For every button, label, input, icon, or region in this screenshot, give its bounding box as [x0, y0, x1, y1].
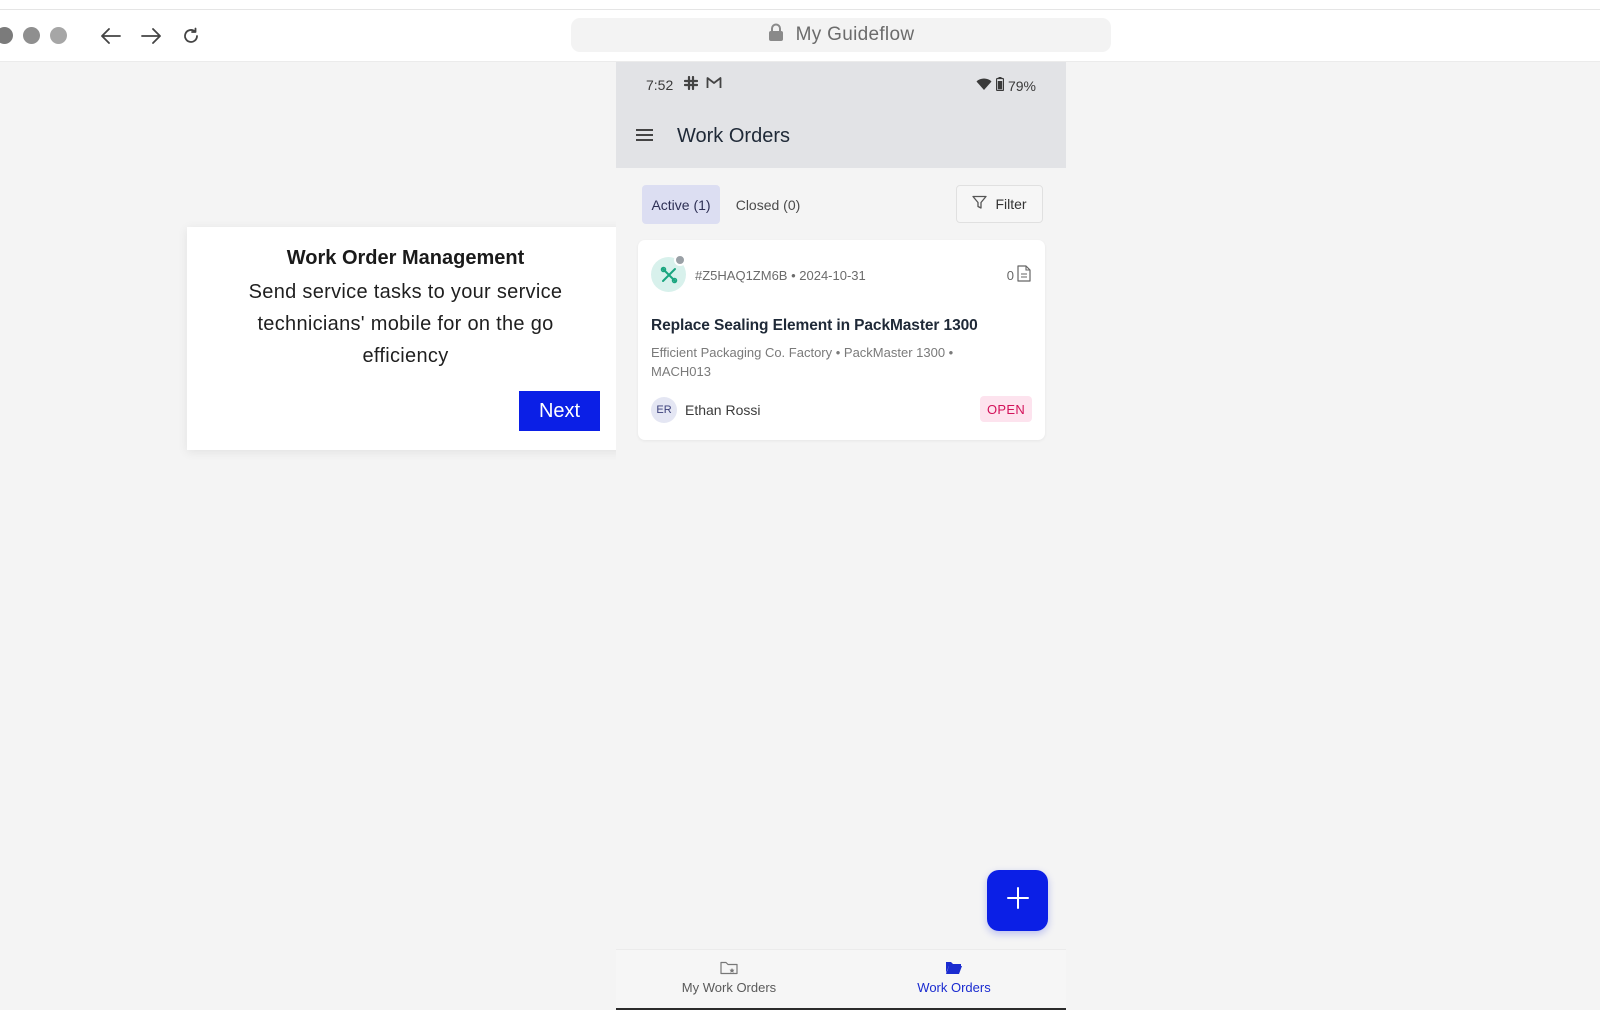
forward-arrow-icon[interactable]: [138, 23, 164, 49]
lock-icon: [768, 23, 784, 47]
window-maximize-dot[interactable]: [50, 27, 67, 44]
address-bar[interactable]: My Guideflow: [571, 18, 1111, 52]
battery-percent: 79%: [1007, 77, 1036, 94]
bottom-navigation: My Work Orders Work Orders: [616, 949, 1066, 1010]
app-bar: 7:52 79% Work Orders: [616, 62, 1066, 168]
filter-icon: [972, 195, 988, 213]
status-notification-icons: [683, 75, 722, 93]
wifi-icon: [976, 78, 992, 94]
window-minimize-dot[interactable]: [23, 27, 40, 44]
folder-open-icon: [945, 960, 963, 978]
avatar: ER: [651, 397, 677, 423]
next-button[interactable]: Next: [519, 391, 600, 431]
battery-icon: [995, 77, 1005, 94]
document-count-value: 0: [1006, 267, 1014, 283]
status-time: 7:52: [646, 77, 674, 93]
browser-toolbar: My Guideflow: [0, 9, 1600, 62]
slack-icon: [683, 75, 699, 93]
filter-button[interactable]: Filter: [956, 185, 1043, 223]
plus-icon: [1006, 886, 1030, 915]
gmail-icon: [706, 76, 722, 93]
folder-star-icon: [720, 960, 738, 978]
nav-work-orders[interactable]: Work Orders: [884, 960, 1024, 995]
tab-closed[interactable]: Closed (0): [728, 185, 808, 224]
work-order-id-date: #Z5HAQ1ZM6B • 2024-10-31: [695, 268, 866, 283]
document-icon: [1017, 265, 1031, 285]
tooltip-title: Work Order Management: [286, 247, 525, 269]
address-text: My Guideflow: [795, 24, 915, 45]
phone-screen: 7:52 79% Work Orders Active (1) Closed (…: [616, 62, 1066, 1010]
top-strip: [0, 0, 1600, 9]
assignee: ER Ethan Rossi: [651, 397, 760, 423]
reload-icon[interactable]: [178, 23, 204, 49]
guide-tooltip: Work Order Management Send service tasks…: [187, 227, 624, 450]
nav-my-work-orders[interactable]: My Work Orders: [659, 960, 799, 995]
assignee-name: Ethan Rossi: [685, 402, 761, 418]
work-order-title: Replace Sealing Element in PackMaster 13…: [651, 317, 978, 334]
nav-work-orders-label: Work Orders: [917, 980, 991, 995]
work-order-location: Efficient Packaging Co. Factory • PackMa…: [651, 345, 954, 379]
nav-my-work-orders-label: My Work Orders: [681, 980, 777, 995]
status-bar: 7:52 79%: [646, 74, 1036, 98]
status-system-icons: 79%: [976, 77, 1036, 94]
tab-active[interactable]: Active (1): [642, 185, 720, 224]
work-order-card[interactable]: #Z5HAQ1ZM6B • 2024-10-31 0 Replace Seali…: [638, 240, 1045, 440]
status-badge: OPEN: [980, 396, 1032, 422]
menu-icon[interactable]: [636, 126, 658, 144]
tooltip-body: Send service tasks to your service techn…: [248, 281, 563, 367]
document-count: 0: [1007, 265, 1031, 285]
priority-badge-icon: [674, 254, 686, 266]
page-title: Work Orders: [677, 125, 790, 147]
back-arrow-icon[interactable]: [98, 23, 124, 49]
add-work-order-button[interactable]: [987, 870, 1048, 931]
filter-label: Filter: [995, 196, 1027, 212]
window-close-dot[interactable]: [0, 27, 13, 44]
